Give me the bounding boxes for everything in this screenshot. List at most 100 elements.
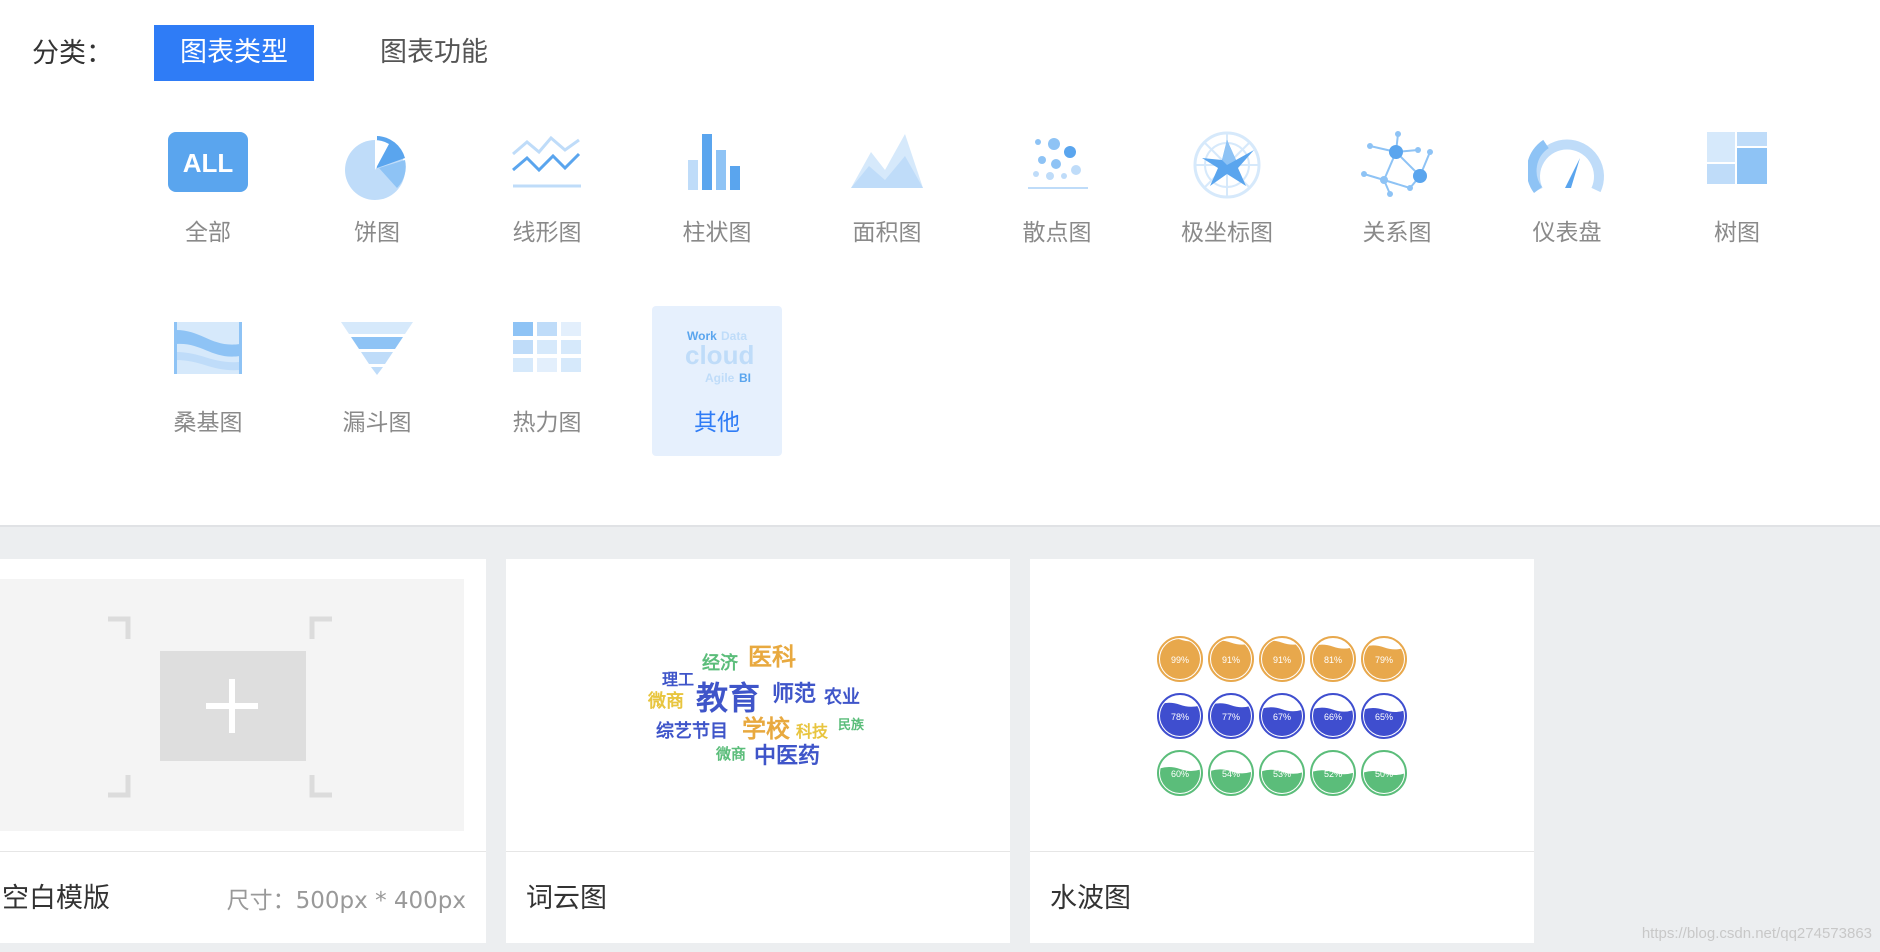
liquid-ball: 60% — [1157, 750, 1203, 796]
liquid-ball: 65% — [1361, 693, 1407, 739]
liquid-value: 78% — [1171, 712, 1189, 722]
wordcloud-word: 理工 — [662, 670, 694, 689]
liquid-value: 60% — [1171, 769, 1189, 779]
liquid-value: 67% — [1273, 712, 1291, 722]
template-card-liquid[interactable]: 99% 91% 91% 81% 79% 78% 77% 67% 66% 65% 60% 54% 53% 5… — [1030, 559, 1534, 943]
filter-label: 分类： — [32, 38, 113, 69]
area-chart-icon — [822, 130, 952, 206]
card-preview — [0, 559, 486, 851]
liquid-ball: 54% — [1208, 750, 1254, 796]
type-label: 其他 — [694, 410, 740, 436]
wordcloud-preview: 经济 医科 理工 微商 教育 师范 农业 综艺节目 学校 科技 民族 微商 中医… — [506, 559, 1010, 851]
type-item-treemap[interactable]: 树图 — [1672, 100, 1802, 250]
wordcloud-word: 经济 — [702, 652, 739, 674]
other-icon-text-bi: BI — [739, 371, 751, 385]
type-item-heatmap[interactable]: 热力图 — [482, 290, 612, 440]
type-label: 热力图 — [512, 410, 582, 436]
liquid-ball: 79% — [1361, 636, 1407, 682]
wordcloud-word: 民族 — [838, 717, 865, 733]
type-item-pie[interactable]: 饼图 — [312, 100, 442, 250]
type-label: 线形图 — [512, 220, 582, 246]
type-label: 桑基图 — [173, 410, 243, 436]
wordcloud-chart: 经济 医科 理工 微商 教育 师范 农业 综艺节目 学校 科技 民族 微商 中医… — [647, 643, 865, 769]
template-card-blank[interactable]: 空白模版 尺寸：500px * 400px — [0, 559, 486, 943]
other-icon-text-agile: Agile — [705, 371, 735, 385]
template-card-wordcloud[interactable]: 经济 医科 理工 微商 教育 师范 农业 综艺节目 学校 科技 民族 微商 中医… — [506, 559, 1010, 943]
liquid-value: 54% — [1222, 769, 1240, 779]
liquid-value: 52% — [1324, 769, 1342, 779]
type-item-polar[interactable]: 极坐标图 — [1162, 100, 1292, 250]
type-item-gauge[interactable]: 仪表盘 — [1502, 100, 1632, 250]
treemap-chart-icon — [1672, 130, 1802, 206]
template-name: 水波图 — [1050, 883, 1131, 914]
liquid-value: 77% — [1222, 712, 1240, 722]
wordcloud-word: 中医药 — [754, 744, 820, 769]
liquid-value: 81% — [1324, 655, 1342, 665]
card-footer: 水波图 — [1030, 851, 1534, 943]
liquid-ball: 66% — [1310, 693, 1356, 739]
liquid-ball: 81% — [1310, 636, 1356, 682]
type-label: 饼图 — [354, 220, 400, 246]
type-item-area[interactable]: 面积图 — [822, 100, 952, 250]
pie-chart-icon — [312, 130, 442, 206]
liquid-ball: 99% — [1157, 636, 1203, 682]
template-list: 空白模版 尺寸：500px * 400px 经济 医科 理工 微商 教育 师范 … — [0, 525, 1880, 952]
type-item-other[interactable]: Work Data cloud Agile BI 其他 — [652, 306, 782, 456]
wordcloud-word: 科技 — [796, 722, 829, 741]
liquid-ball: 52% — [1310, 750, 1356, 796]
type-item-graph[interactable]: 关系图 — [1332, 100, 1462, 250]
wordcloud-word: 教育 — [696, 679, 760, 717]
liquid-value: 79% — [1375, 655, 1393, 665]
card-footer: 空白模版 尺寸：500px * 400px — [0, 851, 486, 943]
type-label: 全部 — [185, 220, 231, 246]
graph-chart-icon — [1332, 130, 1462, 206]
gauge-chart-icon — [1502, 130, 1632, 206]
polar-chart-icon — [1162, 130, 1292, 206]
liquid-ball: 53% — [1259, 750, 1305, 796]
type-label: 仪表盘 — [1532, 220, 1602, 246]
all-badge-icon: ALL — [143, 130, 273, 206]
type-label: 面积图 — [852, 220, 922, 246]
liquid-ball: 67% — [1259, 693, 1305, 739]
wordcloud-word: 综艺节目 — [656, 720, 728, 742]
liquid-ball: 91% — [1259, 636, 1305, 682]
wordcloud-word: 学校 — [742, 715, 791, 743]
other-chart-icon: Work Data cloud Agile BI — [652, 326, 782, 402]
blank-canvas-preview — [0, 579, 464, 831]
bar-chart-icon — [652, 130, 782, 206]
heatmap-chart-icon — [482, 320, 612, 396]
template-size: 尺寸：500px * 400px — [226, 888, 466, 914]
filter-bar: 分类： 图表类型 图表功能 — [0, 0, 1880, 100]
type-item-bar[interactable]: 柱状图 — [652, 100, 782, 250]
liquid-chart: 99% 91% 91% 81% 79% 78% 77% 67% 66% 65% 60% 54% 53% 5… — [1157, 636, 1407, 796]
chart-type-grid: ALL 全部 饼图 线形图 柱状图 面积图 散点图 极坐标图 关系图 仪表盘 树… — [0, 100, 1880, 525]
type-item-sankey[interactable]: 桑基图 — [143, 290, 273, 440]
liquid-value: 50% — [1375, 769, 1393, 779]
add-template-icon — [108, 616, 332, 798]
sankey-chart-icon — [143, 320, 273, 396]
type-label: 树图 — [1714, 220, 1760, 246]
line-chart-icon — [482, 130, 612, 206]
wordcloud-word: 农业 — [823, 686, 860, 708]
all-badge-text: ALL — [183, 148, 234, 178]
type-item-line[interactable]: 线形图 — [482, 100, 612, 250]
type-label: 极坐标图 — [1181, 220, 1273, 246]
template-name: 空白模版 — [2, 883, 110, 914]
wordcloud-word: 微商 — [647, 690, 684, 712]
liquid-value: 53% — [1273, 769, 1291, 779]
funnel-chart-icon — [312, 320, 442, 396]
type-label: 散点图 — [1022, 220, 1092, 246]
type-label: 柱状图 — [682, 220, 752, 246]
liquid-ball: 77% — [1208, 693, 1254, 739]
type-item-funnel[interactable]: 漏斗图 — [312, 290, 442, 440]
type-item-all[interactable]: ALL 全部 — [143, 100, 273, 250]
tab-chart-function[interactable]: 图表功能 — [354, 25, 514, 81]
liquid-value: 91% — [1222, 655, 1240, 665]
type-item-scatter[interactable]: 散点图 — [992, 100, 1122, 250]
other-icon-text-cloud: cloud — [685, 340, 754, 370]
tab-chart-type[interactable]: 图表类型 — [154, 25, 314, 81]
liquid-value: 66% — [1324, 712, 1342, 722]
liquid-ball: 91% — [1208, 636, 1254, 682]
liquid-value: 99% — [1171, 655, 1189, 665]
liquid-ball: 78% — [1157, 693, 1203, 739]
